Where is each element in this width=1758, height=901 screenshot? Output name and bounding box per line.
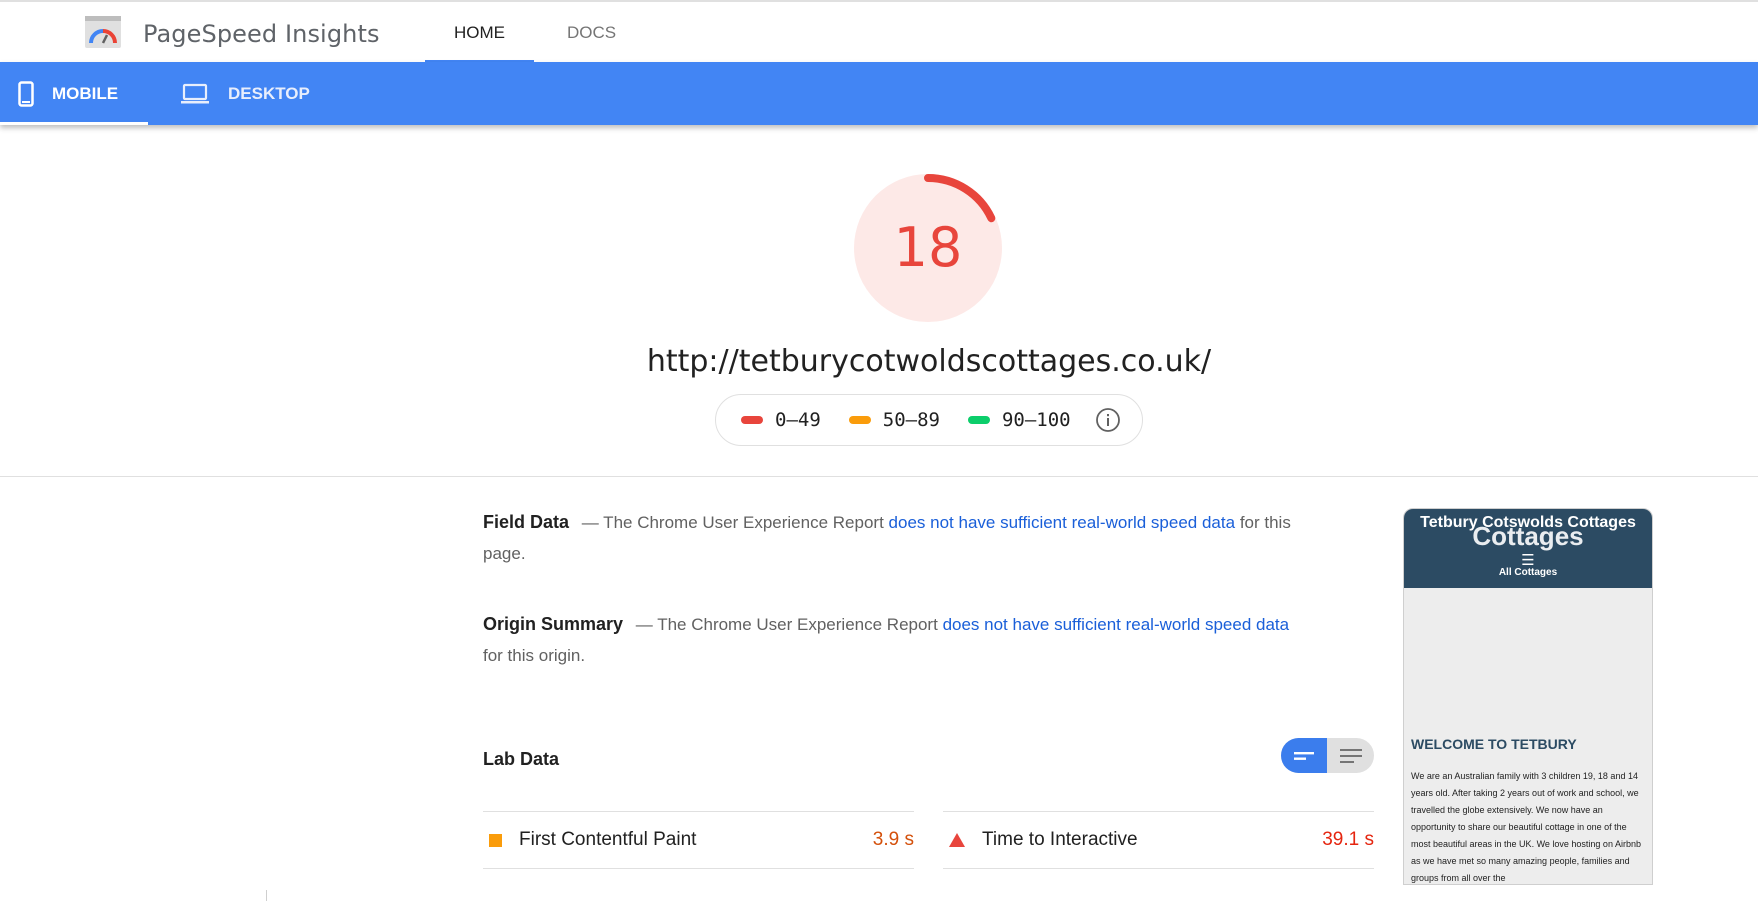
short-lines-icon	[1294, 751, 1314, 760]
preview-site-title: Tetbury Cotswolds Cottages	[1420, 514, 1636, 531]
summary-view-button[interactable]	[1281, 738, 1327, 773]
tab-docs[interactable]: DOCS	[534, 2, 649, 64]
detail-view-button[interactable]	[1327, 738, 1374, 773]
smartphone-icon	[18, 80, 34, 107]
metrics-view-toggle[interactable]	[1281, 738, 1374, 773]
legend-average-label: 50–89	[882, 409, 940, 431]
preview-menu-label: All Cottages	[1498, 567, 1558, 578]
field-data-section: Field Data — The Chrome User Experience …	[483, 507, 1298, 569]
legend-poor-label: 0–49	[775, 409, 821, 431]
pagespeed-logo-icon	[85, 16, 121, 48]
preview-header: Cottages Tetbury Cotswolds Cottages ☰ Al…	[1404, 509, 1652, 588]
legend-good: 90–100	[967, 409, 1071, 431]
mobile-screenshot-preview: Cottages Tetbury Cotswolds Cottages ☰ Al…	[1403, 508, 1653, 885]
field-data-prefix: — The Chrome User Experience Report	[581, 513, 884, 532]
preview-body-text: We are an Australian family with 3 child…	[1411, 771, 1641, 883]
legend-average-swatch	[848, 416, 871, 424]
tab-desktop[interactable]: DESKTOP	[180, 62, 330, 125]
field-data-title: Field Data	[483, 512, 570, 532]
analyzed-url: http://tetburycotwoldscottages.co.uk/	[646, 344, 1212, 379]
metric-time-to-interactive: Time to Interactive 39.1 s	[943, 811, 1374, 869]
metric-value: 3.9 s	[872, 829, 914, 850]
legend-average: 50–89	[848, 409, 940, 431]
legend-poor: 0–49	[741, 409, 821, 431]
origin-summary-prefix: — The Chrome User Experience Report	[635, 615, 938, 634]
legend-poor-swatch	[741, 416, 763, 424]
tab-desktop-label: DESKTOP	[228, 83, 310, 103]
tab-home[interactable]: HOME	[425, 2, 534, 64]
origin-summary-suffix: for this origin.	[483, 646, 586, 665]
laptop-icon	[181, 83, 209, 103]
field-data-link[interactable]: does not have sufficient real-world spee…	[889, 513, 1236, 532]
average-square-icon	[489, 833, 502, 847]
section-divider	[0, 476, 1758, 477]
device-bar: MOBILE DESKTOP	[0, 62, 1758, 125]
metric-first-contentful-paint: First Contentful Paint 3.9 s	[483, 811, 914, 869]
lab-data-title: Lab Data	[483, 749, 560, 769]
top-header: PageSpeed Insights HOME DOCS	[0, 0, 1758, 64]
poor-triangle-icon	[949, 833, 965, 847]
preview-welcome-heading: WELCOME TO TETBURY	[1411, 736, 1577, 752]
brand-title: PageSpeed Insights	[143, 20, 380, 48]
metric-value: 39.1 s	[1322, 829, 1374, 850]
tab-mobile[interactable]: MOBILE	[0, 62, 148, 125]
origin-summary-section: Origin Summary — The Chrome User Experie…	[483, 609, 1298, 671]
info-icon[interactable]	[1095, 407, 1121, 433]
score-legend: 0–49 50–89 90–100	[715, 394, 1143, 446]
metric-name: Time to Interactive	[982, 829, 1138, 850]
metric-name: First Contentful Paint	[519, 829, 697, 850]
legend-good-swatch	[967, 416, 990, 424]
scroll-tick	[266, 890, 267, 901]
tab-mobile-label: MOBILE	[52, 83, 119, 103]
origin-summary-link[interactable]: does not have sufficient real-world spee…	[943, 615, 1290, 634]
long-lines-icon	[1339, 748, 1362, 763]
performance-score: 18	[893, 216, 963, 279]
origin-summary-title: Origin Summary	[483, 614, 624, 634]
legend-good-label: 90–100	[1001, 409, 1071, 431]
